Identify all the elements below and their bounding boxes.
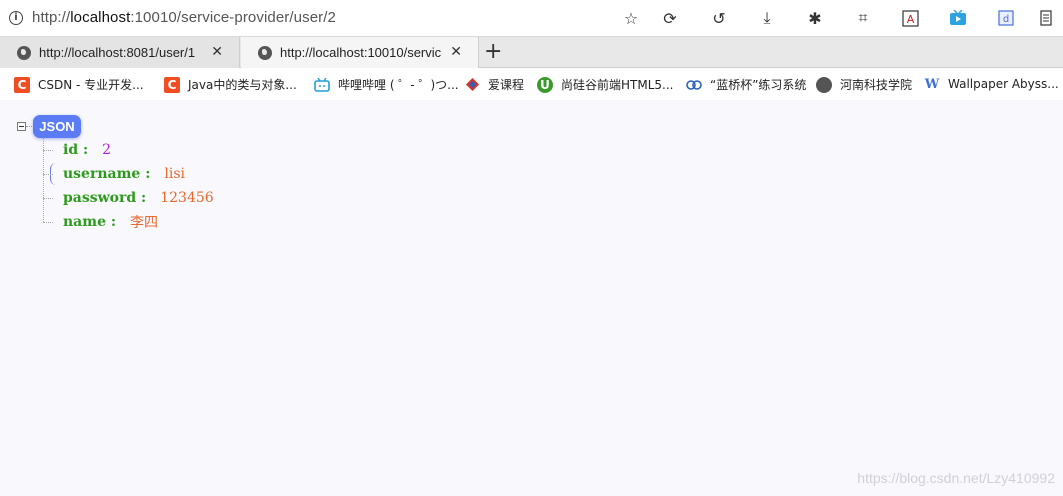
json-field-id: id : 2 (43, 141, 111, 159)
json-root-badge[interactable]: JSON (33, 115, 81, 138)
globe-icon (258, 45, 272, 60)
watermark-text: https://blog.csdn.net/Lzy410992 (857, 470, 1055, 486)
bilibili-icon (314, 76, 330, 93)
crop-icon[interactable]: ⌗ (853, 8, 873, 28)
refresh-icon[interactable]: ⟳ (660, 8, 680, 28)
json-field-password: password : 123456 (43, 189, 214, 207)
json-value: 123456 (160, 190, 214, 206)
bookmark-csdn[interactable]: C CSDN - 专业开发... (14, 76, 144, 93)
undo-icon[interactable]: ↺ (709, 8, 729, 28)
bookmark-bilibili[interactable]: 哔哩哔哩 ( ゜- ゜)つ... (314, 76, 459, 93)
bookmark-java-class[interactable]: C Java中的类与对象... (164, 76, 297, 93)
atguigu-icon: U (537, 76, 553, 93)
bookmark-label: Java中的类与对象... (188, 78, 297, 92)
bookmark-lanqiao[interactable]: “蓝桥杯”练习系统 (686, 76, 806, 93)
collapse-toggle-icon[interactable] (17, 122, 26, 131)
csdn-icon: C (14, 76, 30, 93)
bookmark-atguigu[interactable]: U 尚硅谷前端HTML5... (537, 76, 673, 93)
tab-strip: http://localhost:8081/user/1 ✕ http://lo… (0, 36, 1063, 68)
svg-text:A: A (906, 13, 914, 26)
tab-title: http://localhost:10010/servic (280, 45, 442, 60)
wallpaper-icon: W (924, 76, 940, 92)
json-key: name : (63, 214, 117, 230)
url-path: :10010/service-provider/user/2 (130, 9, 336, 26)
translate-icon[interactable]: A (900, 8, 920, 28)
bookmarks-bar: C CSDN - 专业开发... C Java中的类与对象... 哔哩哔哩 ( … (0, 68, 1063, 100)
icourse-icon (464, 76, 480, 93)
puzzle-icon[interactable]: d (996, 8, 1016, 28)
json-field-name: name : 李四 (43, 213, 158, 231)
csdn-icon: C (164, 76, 180, 93)
tree-connector (43, 197, 53, 199)
url-host: localhost (70, 9, 131, 26)
tab-user-2-active[interactable]: http://localhost:10010/servic ✕ (241, 37, 479, 68)
bookmark-label: CSDN - 专业开发... (38, 78, 144, 92)
bookmark-wallpaper-abyss[interactable]: W Wallpaper Abyss... (924, 76, 1059, 92)
json-key: username : (63, 166, 151, 182)
bookmark-label: 哔哩哔哩 ( ゜- ゜)つ... (338, 78, 459, 92)
json-value: lisi (164, 166, 185, 182)
svg-text:d: d (1003, 14, 1009, 25)
tab-user-1[interactable]: http://localhost:8081/user/1 ✕ (0, 37, 240, 68)
globe-icon (816, 76, 832, 93)
info-icon[interactable]: i (9, 11, 23, 25)
menu-icon[interactable] (1036, 8, 1056, 28)
json-field-username: username : lisi (43, 165, 185, 183)
url-prefix: http:// (32, 9, 71, 26)
json-key: id : (63, 142, 89, 158)
star-icon[interactable]: ☆ (621, 8, 641, 28)
download-icon[interactable]: ⤓ (757, 8, 777, 28)
extension-icon[interactable]: ✱ (805, 8, 825, 28)
close-icon[interactable]: ✕ (211, 44, 223, 60)
tree-connector (43, 149, 53, 151)
json-viewer: JSON id : 2 username : lisi password : 1… (0, 100, 1063, 496)
globe-icon (17, 45, 31, 60)
address-bar: i http://localhost:10010/service-provide… (0, 0, 1063, 36)
bookmark-label: 尚硅谷前端HTML5... (561, 78, 674, 92)
tree-connector (43, 173, 53, 175)
bookmark-label: Wallpaper Abyss... (948, 77, 1059, 91)
json-value: 李四 (130, 215, 159, 231)
url-field[interactable]: http://localhost:10010/service-provider/… (32, 9, 336, 26)
bookmark-icourse[interactable]: 爱课程 (464, 76, 524, 93)
bookmark-hist[interactable]: 河南科技学院 (816, 76, 912, 93)
bookmark-label: “蓝桥杯”练习系统 (710, 78, 807, 92)
tv-icon[interactable] (948, 8, 968, 28)
close-icon[interactable]: ✕ (450, 44, 462, 60)
new-tab-plus-icon[interactable]: + (484, 39, 502, 64)
bookmark-label: 河南科技学院 (840, 78, 913, 92)
lanqiao-icon (686, 76, 702, 93)
json-value: 2 (102, 142, 112, 158)
bookmark-label: 爱课程 (488, 78, 525, 92)
tab-title: http://localhost:8081/user/1 (39, 45, 196, 60)
tree-connector (43, 221, 53, 223)
json-key: password : (63, 190, 147, 206)
